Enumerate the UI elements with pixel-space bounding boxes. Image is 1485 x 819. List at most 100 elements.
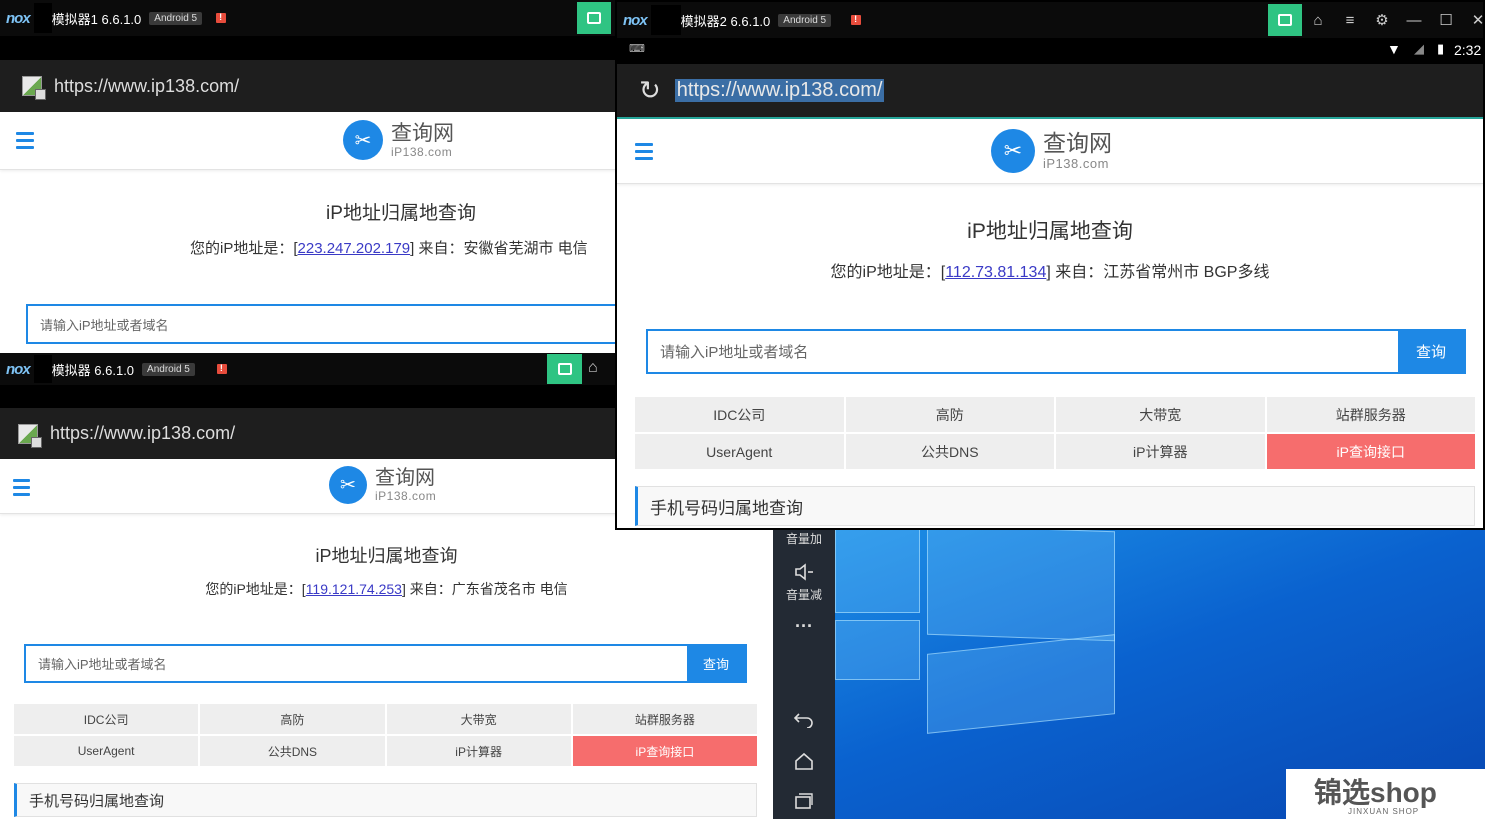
logo-en-text: iP138.com <box>1043 156 1109 171</box>
redacted-text <box>33 3 52 33</box>
ip-suffix: ] 来自：江苏省常州市 BGP多线 <box>1046 264 1270 281</box>
wifi-icon: ▼ <box>1387 41 1401 57</box>
close-icon[interactable]: ✕ <box>1462 11 1483 29</box>
watermark-brand: 锦选shop <box>1314 777 1437 808</box>
window-title: 模拟器1 6.6.1.0 <box>51 11 142 27</box>
back-icon[interactable] <box>773 710 835 731</box>
site-header: ✂ 查询网 iP138.com <box>0 112 616 170</box>
grid-link[interactable]: 公共DNS <box>845 434 1054 469</box>
browser-url-bar[interactable]: https://www.ip138.com/ <box>0 60 616 112</box>
windows-logo-pane <box>835 528 920 613</box>
grid-link[interactable]: 站群服务器 <box>572 704 757 734</box>
grid-link[interactable]: UserAgent <box>14 736 199 766</box>
logo-cn-text: 查询网 <box>391 121 454 145</box>
bag-icon <box>557 363 572 375</box>
grid-link[interactable]: 大带宽 <box>386 704 571 734</box>
search-input[interactable]: 请输入iP地址或者域名 <box>648 331 1398 372</box>
bag-icon <box>1278 14 1292 26</box>
clock: 2:32 <box>1454 42 1482 58</box>
logo-cn-text: 查询网 <box>375 467 435 489</box>
window-titlebar[interactable]: nox 模拟器2 6.6.1.0 Android 5 ⌂ ≡ ⚙ — ☐ ✕ <box>617 2 1483 38</box>
grid-link[interactable]: UserAgent <box>635 434 844 469</box>
app-store-button[interactable] <box>1268 4 1302 36</box>
ip-info-line: 您的iP地址是：[119.121.74.253] 来自：广东省茂名市 电信 <box>0 579 773 599</box>
search-box: 请输入iP地址或者域名 查询 <box>24 644 747 683</box>
maximize-icon[interactable]: ☐ <box>1430 11 1462 29</box>
android-version-badge: Android 5 <box>149 11 203 25</box>
menu-lines-icon[interactable]: ≡ <box>1334 12 1366 29</box>
android-version-badge: Android 5 <box>778 13 832 27</box>
url-text[interactable]: https://www.ip138.com/ <box>50 423 235 444</box>
volume-down-icon[interactable] <box>773 562 835 587</box>
search-box: 请输入iP地址或者域名 查询 <box>646 329 1466 374</box>
volume-down-label[interactable]: 音量减 <box>773 586 835 603</box>
browser-url-bar[interactable]: ↻ https://www.ip138.com/ <box>617 64 1483 119</box>
url-text[interactable]: https://www.ip138.com/ <box>674 79 885 102</box>
emulator-window-1: nox 模拟器1 6.6.1.0 Android 5 https://www.i… <box>0 0 616 355</box>
page-heading: iP地址归属地查询 <box>967 220 1133 243</box>
shirt-icon[interactable]: ⌂ <box>588 359 598 377</box>
ip-prefix: 您的iP地址是：[ <box>190 240 298 257</box>
volume-up-label[interactable]: 音量加 <box>773 530 835 547</box>
logo-cn-text: 查询网 <box>1043 130 1112 156</box>
site-logo[interactable]: ✂ 查询网 iP138.com <box>991 129 1112 173</box>
home-icon[interactable] <box>773 752 835 773</box>
reload-icon[interactable]: ↻ <box>639 75 661 106</box>
grid-link[interactable]: 高防 <box>200 704 385 734</box>
grid-link[interactable]: 站群服务器 <box>1266 397 1475 432</box>
menu-icon[interactable] <box>635 143 653 164</box>
minimize-icon[interactable]: — <box>1398 12 1430 29</box>
ip-link[interactable]: 223.247.202.179 <box>298 240 411 257</box>
ip-link[interactable]: 119.121.74.253 <box>306 581 402 597</box>
menu-icon[interactable] <box>16 132 34 153</box>
grid-link[interactable]: IDC公司 <box>635 397 844 432</box>
site-header: ✂ 查询网 iP138.com <box>617 119 1483 184</box>
page-icon <box>22 76 46 100</box>
app-store-button[interactable] <box>577 2 611 34</box>
search-input[interactable]: 请输入iP地址或者域名 <box>28 306 616 342</box>
ip-link[interactable]: 112.73.81.134 <box>945 264 1046 281</box>
menu-icon[interactable] <box>13 479 30 500</box>
search-button[interactable]: 查询 <box>1398 331 1464 372</box>
emulator-sidebar: 音量加 音量减 ··· <box>773 528 835 819</box>
shirt-icon[interactable]: ⌂ <box>1302 12 1334 29</box>
site-logo[interactable]: ✂ 查询网 iP138.com <box>343 120 454 160</box>
grid-link[interactable]: 大带宽 <box>1056 397 1265 432</box>
grid-link[interactable]: 公共DNS <box>200 736 385 766</box>
warning-icon[interactable] <box>216 363 227 374</box>
grid-link-ip-api[interactable]: iP查询接口 <box>572 736 757 766</box>
quick-links-grid: IDC公司 高防 大带宽 站群服务器 UserAgent 公共DNS iP计算器… <box>14 704 757 766</box>
more-icon[interactable]: ··· <box>773 616 835 637</box>
window-title: 模拟器2 6.6.1.0 <box>680 13 771 29</box>
keyboard-icon: ⌨ <box>629 43 645 55</box>
ip-suffix: ] 来自：广东省茂名市 电信 <box>401 581 568 597</box>
grid-link-ip-api[interactable]: iP查询接口 <box>1266 434 1475 469</box>
redacted-text <box>33 355 52 383</box>
ip-info-line: 您的iP地址是：[223.247.202.179] 来自：安徽省芜湖市 电信 <box>190 237 616 258</box>
warning-icon[interactable] <box>851 14 862 25</box>
section-title: 手机号码归属地查询 <box>14 783 757 817</box>
browser-url-bar[interactable]: https://www.ip138.com/ <box>0 408 616 459</box>
emulator-window-2: nox 模拟器2 6.6.1.0 Android 5 ⌂ ≡ ⚙ — ☐ ✕ ⌨… <box>615 0 1485 530</box>
recent-apps-icon[interactable] <box>773 792 835 813</box>
grid-link[interactable]: 高防 <box>845 397 1054 432</box>
warning-icon[interactable] <box>216 12 227 23</box>
window-titlebar[interactable]: nox 模拟器1 6.6.1.0 Android 5 <box>0 0 616 36</box>
android-statusbar <box>0 385 616 408</box>
grid-link[interactable]: iP计算器 <box>1056 434 1265 469</box>
window-titlebar[interactable]: nox 模拟器 6.6.1.0 Android 5 ⌂ <box>0 353 616 385</box>
app-store-button[interactable] <box>547 354 582 384</box>
grid-link[interactable]: IDC公司 <box>14 704 199 734</box>
url-text[interactable]: https://www.ip138.com/ <box>54 76 239 97</box>
android-statusbar: ⌨ ▼ ◢ ▮ 2:32 <box>617 38 1483 64</box>
ip-info-line: 您的iP地址是：[112.73.81.134] 来自：江苏省常州市 BGP多线 <box>617 258 1483 282</box>
windows-logo-pane <box>927 528 1115 642</box>
search-input[interactable]: 请输入iP地址或者域名 <box>26 646 687 681</box>
page-heading: iP地址归属地查询 <box>326 203 476 224</box>
search-button[interactable]: 查询 <box>687 646 745 681</box>
grid-link[interactable]: iP计算器 <box>386 736 571 766</box>
site-logo[interactable]: ✂ 查询网 iP138.com <box>329 466 436 504</box>
windows-logo-pane <box>835 620 920 680</box>
gear-icon[interactable]: ⚙ <box>1366 11 1398 29</box>
quick-links-grid: IDC公司 高防 大带宽 站群服务器 UserAgent 公共DNS iP计算器… <box>635 397 1475 469</box>
